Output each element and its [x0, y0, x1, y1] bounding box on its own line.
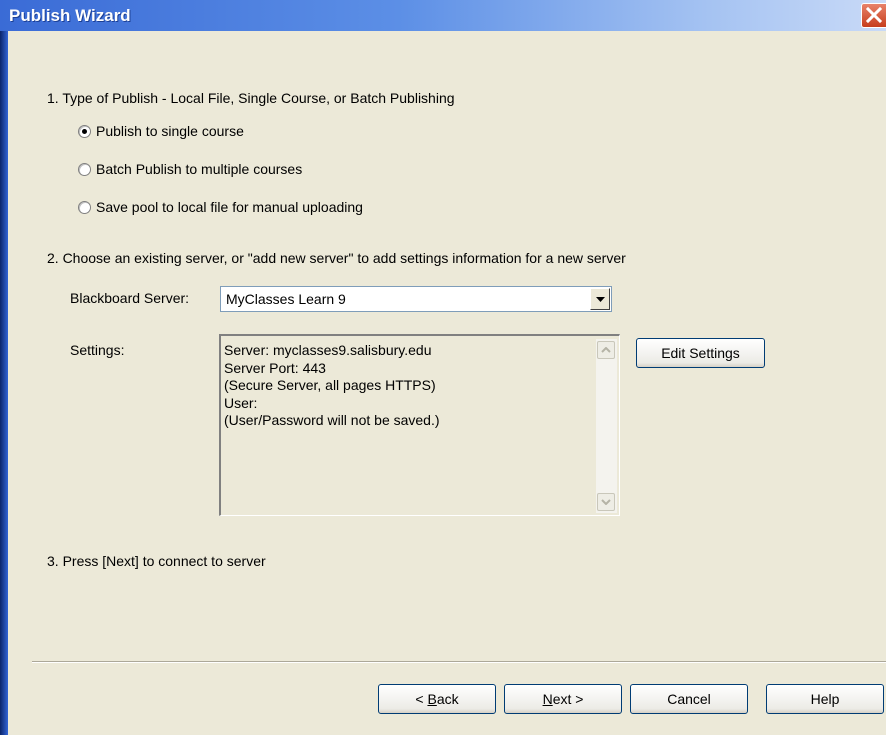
edit-settings-button[interactable]: Edit Settings — [636, 338, 765, 368]
settings-label: Settings: — [70, 342, 125, 358]
radio-selected-dot — [82, 129, 87, 134]
window-title: Publish Wizard — [9, 6, 131, 25]
window-left-border — [0, 31, 8, 735]
scroll-down-button[interactable] — [597, 493, 615, 511]
back-accelerator: B — [427, 691, 437, 707]
close-icon — [866, 7, 882, 23]
radio-button[interactable] — [78, 201, 91, 214]
radio-label[interactable]: Publish to single course — [96, 123, 244, 139]
settings-text: Server: myclasses9.salisbury.edu Server … — [224, 342, 440, 430]
scroll-up-button[interactable] — [597, 341, 615, 359]
settings-line: (User/Password will not be saved.) — [224, 412, 440, 428]
close-button[interactable] — [861, 3, 886, 28]
dropdown-button[interactable] — [590, 288, 610, 310]
radio-button[interactable] — [78, 125, 91, 138]
next-button[interactable]: Next > — [504, 684, 622, 714]
server-dropdown[interactable]: MyClasses Learn 9 — [220, 286, 612, 312]
radio-button[interactable] — [78, 163, 91, 176]
back-label-rest: ack — [436, 691, 459, 707]
help-button[interactable]: Help — [766, 684, 884, 714]
cancel-button[interactable]: Cancel — [630, 684, 748, 714]
settings-line: Server: myclasses9.salisbury.edu — [224, 342, 432, 358]
step2-heading: 2. Choose an existing server, or "add ne… — [47, 250, 626, 266]
radio-label[interactable]: Batch Publish to multiple courses — [96, 161, 302, 177]
next-label-rest: ext > — [552, 691, 584, 707]
chevron-up-icon — [601, 347, 611, 353]
radio-label[interactable]: Save pool to local file for manual uploa… — [96, 199, 363, 215]
back-prefix: < — [415, 691, 428, 707]
back-button[interactable]: < Back — [378, 684, 496, 714]
settings-line: Server Port: 443 — [224, 359, 326, 376]
footer-separator — [32, 661, 886, 663]
chevron-down-icon — [601, 499, 611, 505]
step3-heading: 3. Press [Next] to connect to server — [47, 553, 266, 569]
settings-line: User: — [224, 394, 258, 411]
settings-textbox[interactable]: Server: myclasses9.salisbury.edu Server … — [219, 334, 620, 516]
server-dropdown-value: MyClasses Learn 9 — [226, 291, 346, 307]
server-label: Blackboard Server: — [70, 290, 190, 306]
settings-line: (Secure Server, all pages HTTPS) — [224, 377, 436, 393]
next-accelerator: N — [542, 691, 553, 707]
step1-heading: 1. Type of Publish - Local File, Single … — [47, 90, 455, 106]
title-bar: Publish Wizard — [0, 0, 886, 31]
vertical-scrollbar[interactable] — [596, 339, 617, 513]
chevron-down-icon — [596, 297, 605, 302]
